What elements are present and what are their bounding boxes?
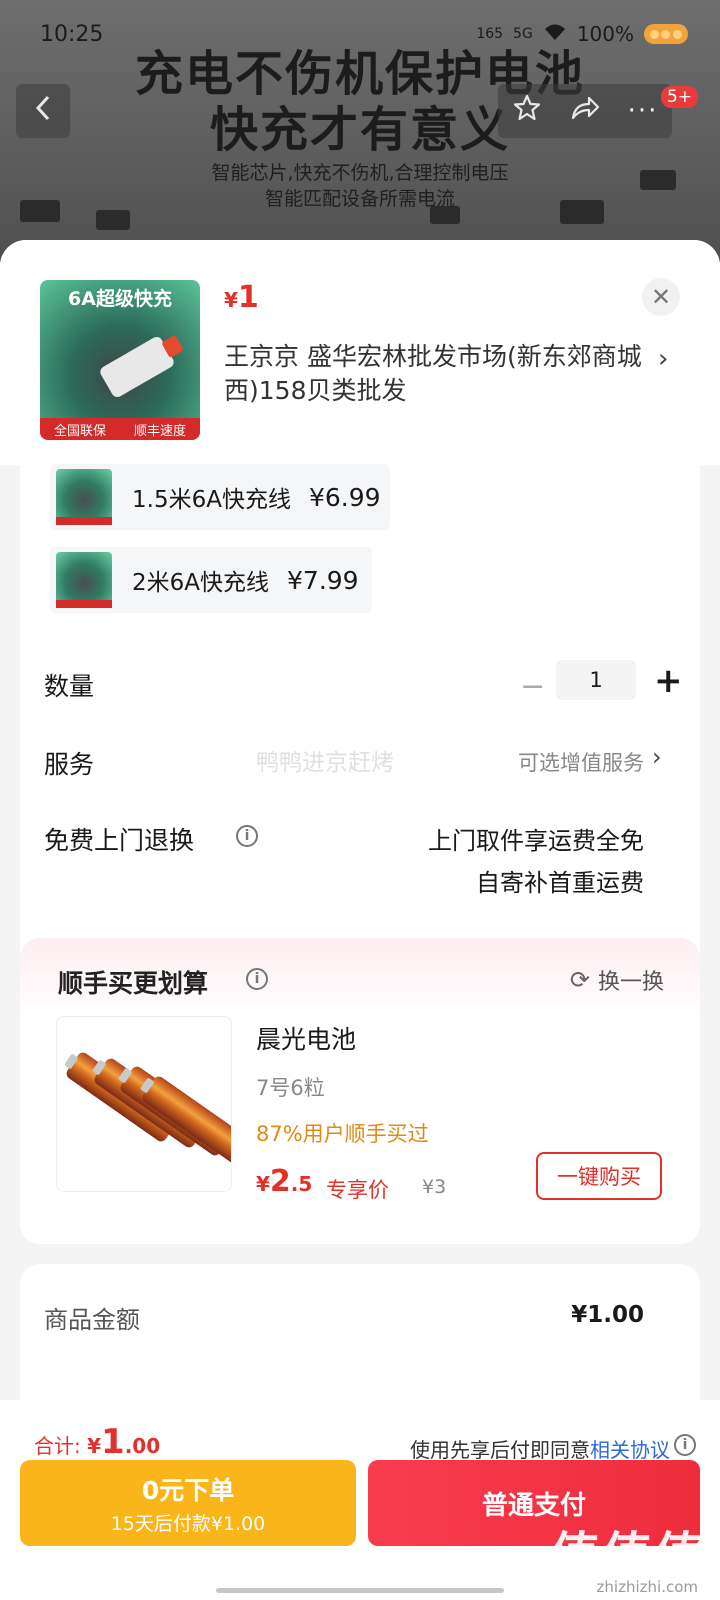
variant-price: ¥6.99 [308, 482, 381, 512]
checkout-footer: 合计: ¥1.00 使用先享后付即同意相关协议 i 0元下单 15天后付款¥1.… [0, 1400, 720, 1600]
site-watermark-url: zhizhizhi.com [596, 1578, 698, 1596]
thumb-tag-warranty: 全国联保 [53, 423, 106, 439]
quantity-input[interactable]: 1 [556, 660, 636, 700]
swap-button[interactable]: ⟳ 换一换 [570, 964, 664, 996]
thumb-footer: 全国联保 顺丰速度 [40, 418, 200, 440]
shop-name[interactable]: 王京京 盛华宏林批发市场(新东郊商城西)158贝类批发 [224, 340, 644, 408]
variant-price: ¥7.99 [287, 565, 359, 595]
refresh-icon: ⟳ [569, 966, 590, 994]
share-icon[interactable] [569, 94, 601, 129]
chevron-right-icon[interactable]: › [658, 344, 668, 374]
quantity-increment-button[interactable]: + [654, 661, 683, 701]
thumb-title: 6A超级快充 [68, 288, 172, 310]
info-icon[interactable]: i [674, 1434, 696, 1456]
price-symbol: ¥ [224, 288, 238, 312]
more-icon[interactable]: ··· [628, 96, 659, 126]
battery-percent: 100% [576, 22, 634, 46]
thumb-tag-shipping: 顺丰速度 [133, 423, 186, 439]
message-badge: 5+ [660, 86, 698, 108]
bundle-product-image[interactable] [56, 1016, 232, 1192]
variant-thumbnail [56, 469, 112, 525]
service-value[interactable]: 可选增值服务 [518, 747, 644, 777]
pay-later-title: 0元下单 [141, 1475, 235, 1505]
signal-indicator: 5G [513, 26, 533, 42]
status-time: 10:25 [40, 22, 104, 47]
purchase-sheet: 6A超级快充 全国联保 顺丰速度 ¥1 ✕ 王京京 盛华宏林批发市场(新东郊商城… [0, 240, 720, 1600]
sheet-header: 6A超级快充 全国联保 顺丰速度 ¥1 ✕ 王京京 盛华宏林批发市场(新东郊商城… [0, 240, 720, 465]
variant-option[interactable]: 2米6A快充线 ¥7.99 [50, 547, 372, 613]
banner-subtitle-2: 智能匹配设备所需电流 [264, 188, 455, 210]
bundle-product-spec: 7号6粒 [256, 1076, 325, 1100]
pay-later-subtitle: 15天后付款¥1.00 [110, 1512, 266, 1535]
chevron-right-icon[interactable]: › [652, 743, 662, 771]
top-action-bar: ··· [498, 84, 672, 138]
close-icon: ✕ [650, 283, 672, 311]
cable-plug-graphic [98, 334, 176, 400]
close-button[interactable]: ✕ [642, 278, 680, 316]
bundle-card: 顺手买更划算 i ⟳ 换一换 晨光电池 7号6粒 87%用户顺手买过 ¥2.5 … [20, 938, 700, 1244]
total-symbol: ¥ [87, 1434, 102, 1458]
price-dec: .5 [290, 1172, 313, 1196]
bundle-price: ¥2.5 [256, 1164, 312, 1199]
star-icon[interactable] [512, 93, 542, 130]
variant-label: 2米6A快充线 [132, 570, 270, 596]
bundle-purchase-rate: 87%用户顺手买过 [256, 1122, 429, 1146]
variant-option[interactable]: 1.5米6A快充线 ¥6.99 [50, 464, 390, 530]
product-price: ¥1 [224, 280, 259, 315]
total-label: 合计: [34, 1434, 88, 1458]
variant-thumbnail [56, 552, 112, 608]
quantity-decrement-button[interactable]: − [520, 669, 545, 704]
watermark-text: 鸭鸭进京赶烤 [256, 750, 394, 776]
home-indicator[interactable] [216, 1588, 504, 1593]
goods-amount-value: ¥1.00 [571, 1302, 644, 1328]
total-dec: .00 [124, 1434, 161, 1458]
wifi-icon [543, 22, 567, 46]
agreement-text: 使用先享后付即同意相关协议 [410, 1434, 670, 1463]
goods-amount-label: 商品金额 [44, 1306, 140, 1334]
info-icon[interactable]: i [246, 968, 268, 990]
original-price: ¥3 [422, 1176, 447, 1198]
banner-subtitle-1: 智能芯片,快充不伤机,合理控制电压 [211, 162, 509, 184]
price-value: 1 [237, 280, 259, 315]
exclusive-price-label: 专享价 [326, 1178, 389, 1202]
return-detail-1: 上门取件享运费全免 [428, 827, 644, 855]
variant-label: 1.5米6A快充线 [132, 487, 291, 513]
back-button[interactable] [16, 84, 70, 138]
price-int: 2 [269, 1164, 291, 1199]
swap-label: 换一换 [597, 970, 664, 995]
network-speed: 165 [476, 26, 504, 42]
service-label: 服务 [44, 750, 95, 779]
agreement-link[interactable]: 相关协议 [590, 1438, 670, 1462]
quantity-label: 数量 [44, 672, 95, 701]
one-click-buy-button[interactable]: 一键购买 [536, 1152, 662, 1200]
bundle-title: 顺手买更划算 [58, 969, 209, 998]
price-symbol: ¥ [256, 1172, 270, 1196]
battery-icon [644, 24, 688, 44]
product-thumbnail[interactable]: 6A超级快充 全国联保 顺丰速度 [40, 280, 200, 440]
order-total: 合计: ¥1.00 [34, 1422, 160, 1462]
agreement-prefix: 使用先享后付即同意 [410, 1438, 590, 1462]
total-int: 1 [101, 1422, 125, 1462]
back-arrow-icon [34, 95, 52, 128]
bundle-product-name[interactable]: 晨光电池 [256, 1020, 356, 1056]
return-detail-2: 自寄补首重运费 [476, 869, 644, 897]
return-label: 免费上门退换 [44, 826, 195, 855]
status-bar: 10:25 165 5G 100% [0, 18, 720, 58]
info-icon[interactable]: i [236, 825, 258, 847]
pay-later-button[interactable]: 0元下单 15天后付款¥1.00 [20, 1460, 356, 1546]
